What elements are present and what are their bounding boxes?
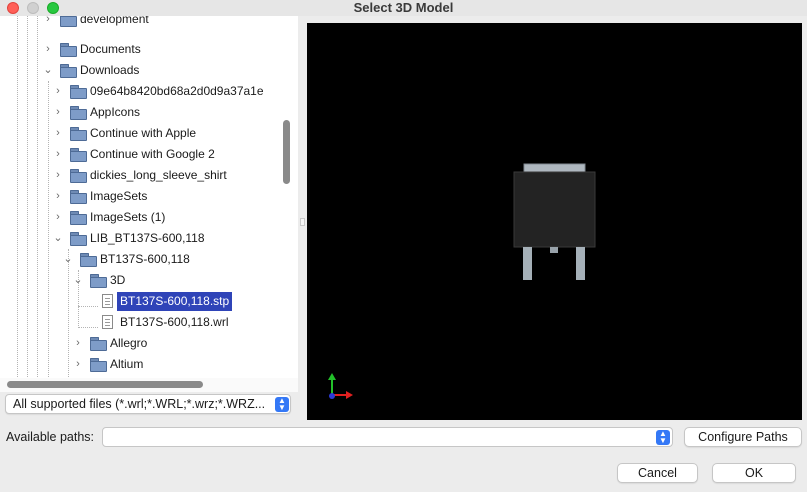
tree-item-lib-bt137s[interactable]: ⌄ LIB_BT137S-600,118 xyxy=(0,228,280,249)
scrollbar-thumb[interactable] xyxy=(7,381,203,388)
tree-item-continue-with-apple[interactable]: › Continue with Apple xyxy=(0,123,280,144)
chevron-down-icon[interactable]: ⌄ xyxy=(63,249,73,270)
tree-item-label: Continue with Google 2 xyxy=(90,147,215,161)
file-filter-select[interactable]: All supported files (*.wrl;*.WRL;*.wrz;*… xyxy=(5,394,291,414)
tree-item-dickies[interactable]: › dickies_long_sleeve_shirt xyxy=(0,165,280,186)
chevron-down-icon[interactable]: ⌄ xyxy=(43,60,53,81)
chevron-right-icon[interactable]: › xyxy=(73,333,83,354)
tree-item-label: dickies_long_sleeve_shirt xyxy=(90,168,227,182)
chevron-up-down-icon: ▲ ▼ xyxy=(275,397,289,412)
panel-splitter-handle[interactable] xyxy=(300,218,305,226)
folder-icon xyxy=(70,85,87,99)
cancel-button[interactable]: Cancel xyxy=(617,463,698,483)
tree-item-continue-with-google[interactable]: › Continue with Google 2 xyxy=(0,144,280,165)
tree-item-documents[interactable]: › Documents xyxy=(0,39,280,60)
chevron-right-icon[interactable]: › xyxy=(53,81,63,102)
chevron-down-icon[interactable]: ⌄ xyxy=(73,270,83,291)
tree-item-label: Altium xyxy=(110,357,144,371)
tree-horizontal-scrollbar[interactable] xyxy=(0,378,298,392)
available-paths-select[interactable]: ▲ ▼ xyxy=(102,427,673,447)
folder-icon xyxy=(60,43,77,57)
file-icon xyxy=(102,315,113,329)
chevron-right-icon[interactable]: › xyxy=(43,16,53,30)
folder-icon xyxy=(90,274,107,288)
chevron-right-icon[interactable]: › xyxy=(43,39,53,60)
folder-icon xyxy=(70,190,87,204)
tree-item-appicons[interactable]: › AppIcons xyxy=(0,102,280,123)
tree-item-label: BT137S-600,118.stp xyxy=(117,292,233,311)
folder-icon xyxy=(80,253,97,267)
tree-item-stp-file[interactable]: BT137S-600,118.stp xyxy=(0,291,280,312)
tree-item-downloads[interactable]: ⌄ Downloads xyxy=(0,60,280,81)
3d-preview-canvas[interactable] xyxy=(307,23,802,420)
tree-item-label: Continue with Apple xyxy=(90,126,197,140)
tree-item-3d[interactable]: ⌄ 3D xyxy=(0,270,280,291)
file-icon xyxy=(102,294,113,308)
tree-item-label: Downloads xyxy=(80,63,140,77)
tree-vertical-scrollbar[interactable] xyxy=(281,36,292,377)
tree-item-folder[interactable]: › 09e64b8420bd68a2d0d9a37a1e xyxy=(0,81,280,102)
ok-button[interactable]: OK xyxy=(712,463,796,483)
tree-item-label: ImageSets (1) xyxy=(90,210,166,224)
tree-item-label: AppIcons xyxy=(90,105,141,119)
x-axis-arrow xyxy=(346,391,353,399)
folder-icon xyxy=(70,232,87,246)
chevron-right-icon[interactable]: › xyxy=(53,102,63,123)
tree-item-allegro[interactable]: › Allegro xyxy=(0,333,280,354)
chevron-right-icon[interactable]: › xyxy=(53,186,63,207)
3d-model-render xyxy=(328,163,596,399)
folder-icon xyxy=(70,169,87,183)
folder-icon xyxy=(70,127,87,141)
tree-item-label: LIB_BT137S-600,118 xyxy=(90,231,205,245)
tree-item-label: 09e64b8420bd68a2d0d9a37a1e xyxy=(90,84,264,98)
file-tree[interactable]: › development › Documents ⌄ Downloads › … xyxy=(0,16,298,379)
tree-item-label: 3D xyxy=(110,273,126,287)
chevron-right-icon[interactable]: › xyxy=(53,165,63,186)
configure-paths-button[interactable]: Configure Paths xyxy=(684,427,802,447)
folder-icon xyxy=(70,211,87,225)
chevron-right-icon[interactable]: › xyxy=(53,144,63,165)
folder-icon xyxy=(90,337,107,351)
folder-icon xyxy=(60,16,77,27)
tree-item-label: Documents xyxy=(80,42,141,56)
tree-item-label: BT137S-600,118 xyxy=(100,252,190,266)
chevron-right-icon[interactable]: › xyxy=(53,123,63,144)
chevron-up-down-icon: ▲ ▼ xyxy=(656,430,670,445)
scrollbar-thumb[interactable] xyxy=(283,120,290,184)
component-tab xyxy=(523,163,586,173)
folder-icon xyxy=(70,106,87,120)
chevron-right-icon[interactable]: › xyxy=(53,207,63,228)
window-title: Select 3D Model xyxy=(353,0,454,15)
tree-item-label: ImageSets xyxy=(90,189,148,203)
chevron-right-icon[interactable]: › xyxy=(73,354,83,375)
tree-item-label: Allegro xyxy=(110,336,148,350)
title-bar: Select 3D Model xyxy=(0,0,807,16)
tree-item-label: development xyxy=(80,16,149,26)
tree-item-wrl-file[interactable]: BT137S-600,118.wrl xyxy=(0,312,280,333)
tree-item-development[interactable]: › development xyxy=(0,16,280,30)
folder-icon xyxy=(70,148,87,162)
tree-item-bt137s[interactable]: ⌄ BT137S-600,118 xyxy=(0,249,280,270)
tree-item-imagesets[interactable]: › ImageSets xyxy=(0,186,280,207)
folder-icon xyxy=(60,64,77,78)
component-left-lead xyxy=(523,247,532,280)
chevron-down-icon[interactable]: ⌄ xyxy=(53,228,63,249)
z-axis-dot xyxy=(329,393,335,399)
y-axis-arrow xyxy=(328,373,336,380)
component-right-lead xyxy=(576,247,585,280)
component-body xyxy=(513,171,596,248)
file-filter-value: All supported files (*.wrl;*.WRL;*.wrz;*… xyxy=(13,397,266,411)
component-center-pin-stub xyxy=(550,247,558,253)
tree-item-label: BT137S-600,118.wrl xyxy=(120,315,229,329)
folder-icon xyxy=(90,358,107,372)
tree-item-imagesets-1[interactable]: › ImageSets (1) xyxy=(0,207,280,228)
tree-item-altium[interactable]: › Altium xyxy=(0,354,280,375)
available-paths-label: Available paths: xyxy=(6,430,95,444)
